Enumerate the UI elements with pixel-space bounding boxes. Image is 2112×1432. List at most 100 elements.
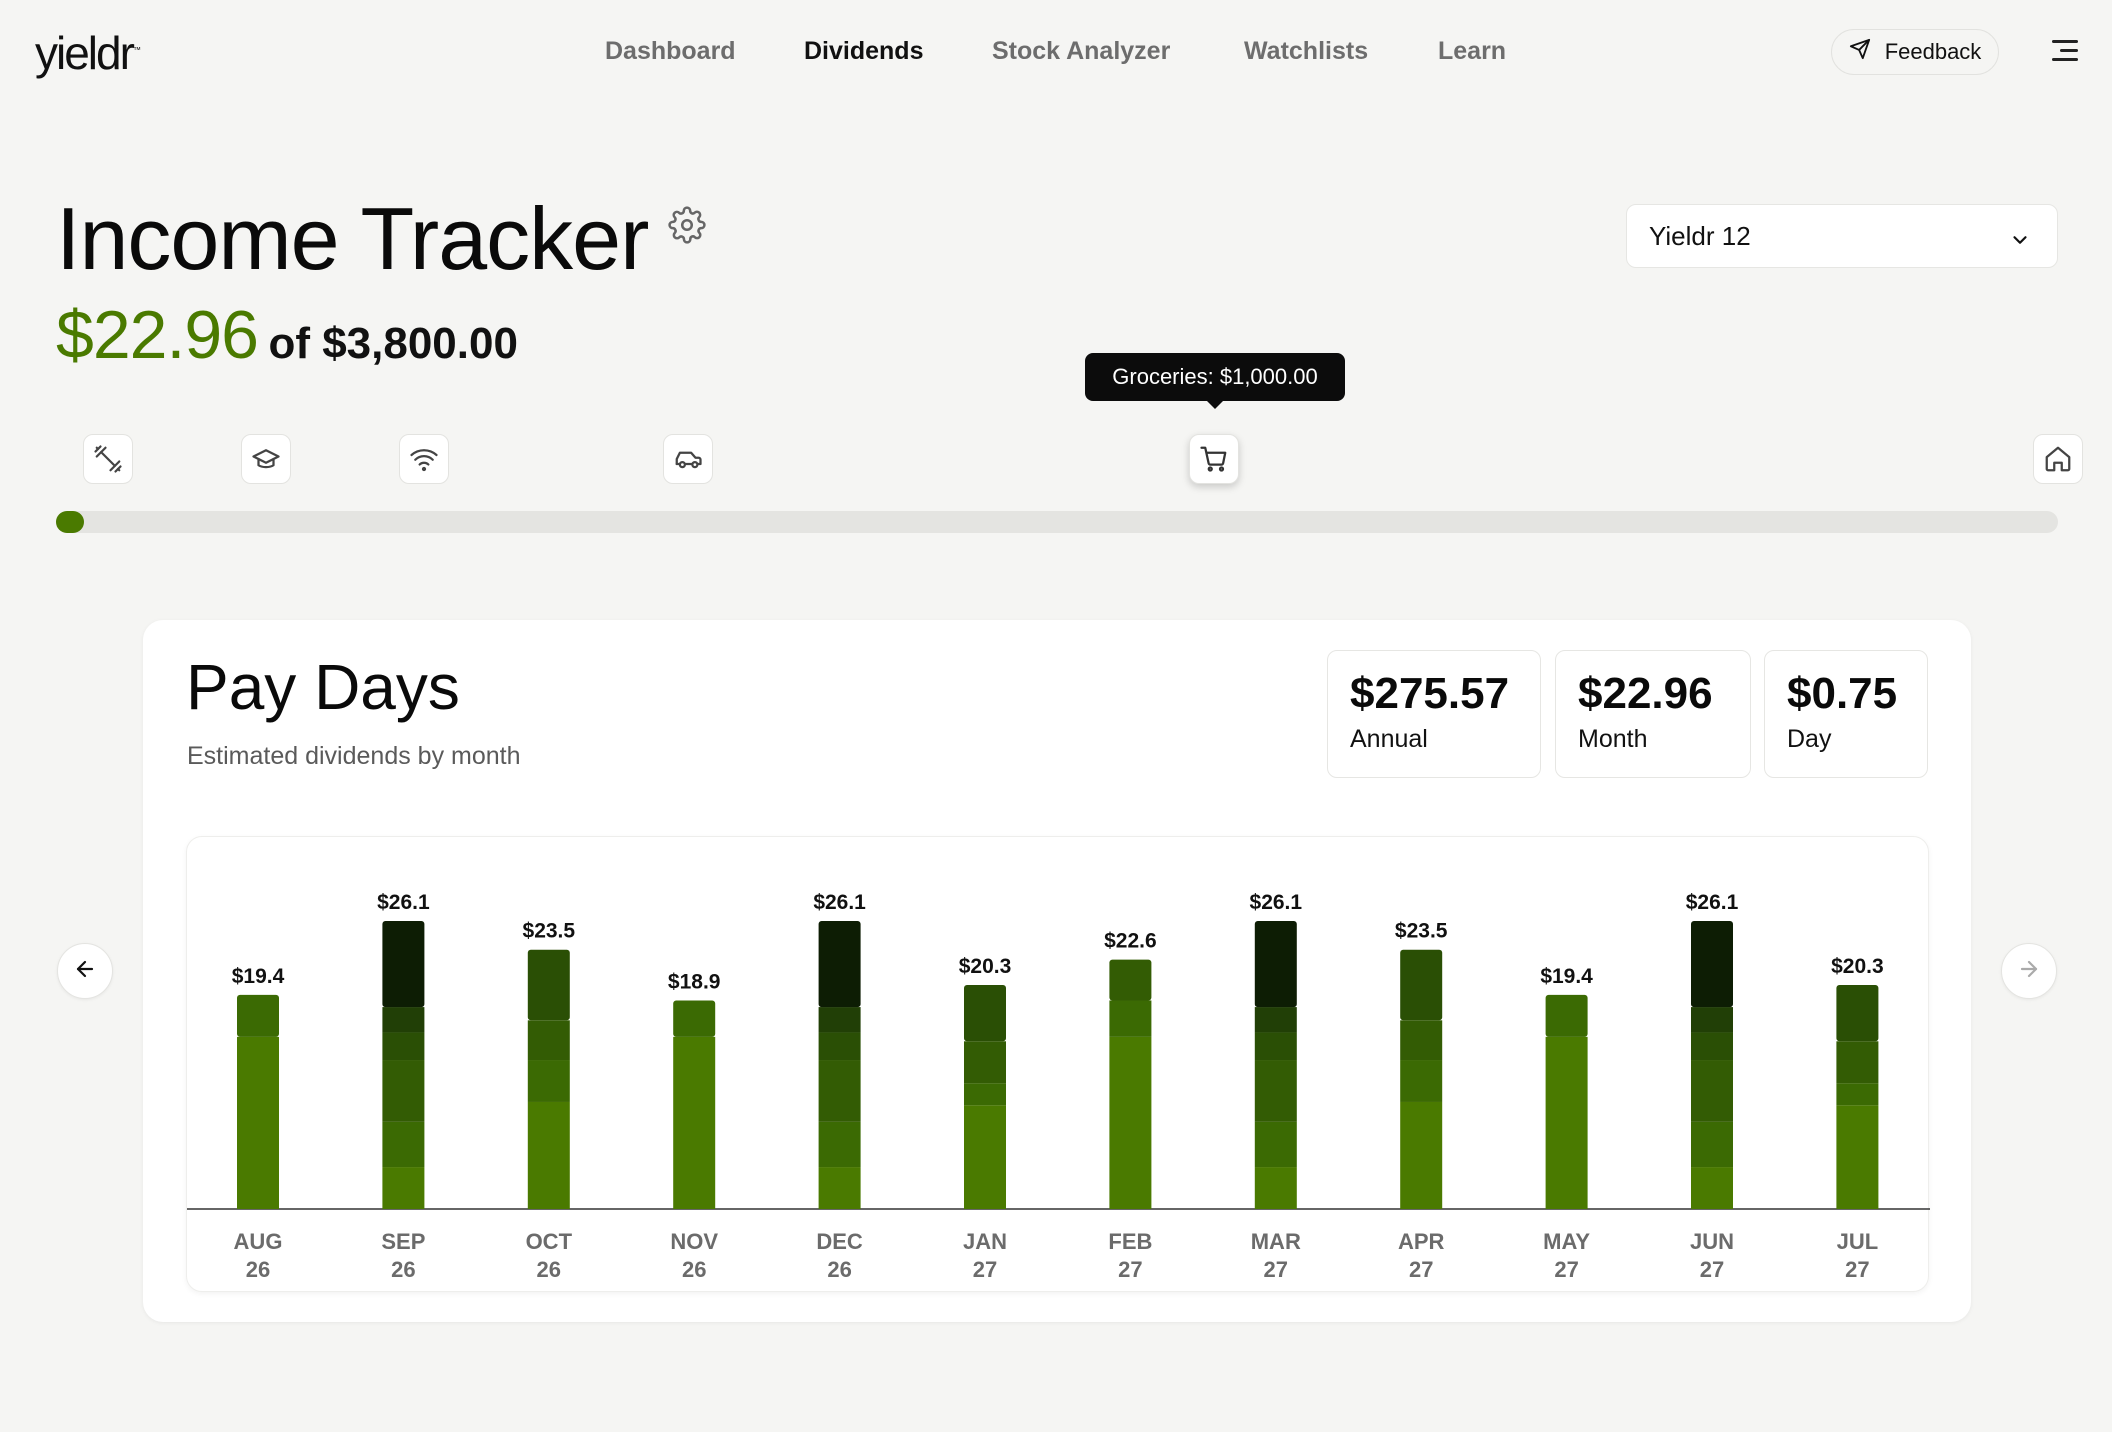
bar-segment-jul — [1836, 1083, 1879, 1106]
bar-value-label: $23.5 — [523, 920, 576, 943]
bar-segment-may — [1545, 994, 1588, 1037]
bar-segment-jun — [1691, 1167, 1733, 1209]
hamburger-menu-icon[interactable] — [2048, 38, 2078, 64]
bar-segment-jul — [1836, 1041, 1879, 1084]
feedback-label: Feedback — [1884, 39, 1982, 64]
car-icon[interactable] — [663, 434, 713, 484]
bar-segment-aug — [237, 994, 279, 1037]
feedback-button[interactable]: Feedback — [1831, 29, 1999, 75]
bar-segment-mar — [1254, 1167, 1297, 1209]
day-label: Day — [1787, 725, 1832, 753]
portfolio-select[interactable]: Yieldr 12 — [1626, 204, 2058, 268]
bar-segment-jan — [964, 985, 1006, 1042]
bar-value-label: $20.3 — [1831, 955, 1884, 978]
x-tick-year: 26 — [537, 1257, 561, 1282]
bar-segment-dec — [818, 1121, 861, 1168]
bar-segment-mar — [1254, 1032, 1297, 1061]
bar-segment-apr — [1400, 949, 1443, 1021]
bar-value-label: $26.1 — [1250, 891, 1303, 914]
bar-segment-mar — [1254, 1121, 1297, 1168]
bar-segment-jun — [1691, 1007, 1733, 1033]
annual-stat: $275.57 Annual — [1327, 650, 1541, 778]
send-icon — [1849, 38, 1871, 66]
chart-prev-button[interactable] — [57, 943, 113, 999]
bar-segment-oct — [527, 1060, 570, 1102]
chart-next-button[interactable] — [2001, 943, 2057, 999]
month-stat: $22.96 Month — [1555, 650, 1751, 778]
bar-segment-oct — [527, 949, 570, 1021]
bar-value-label: $20.3 — [959, 955, 1012, 978]
nav-stock-analyzer[interactable]: Stock Analyzer — [992, 37, 1170, 66]
bar-segment-mar — [1254, 1060, 1297, 1122]
bar-segment-apr — [1400, 1020, 1443, 1061]
bar-value-label: $18.9 — [668, 970, 721, 993]
home-icon[interactable] — [2033, 434, 2083, 484]
bar-value-label: $26.1 — [377, 891, 430, 914]
bar-value-label: $19.4 — [1540, 965, 1593, 988]
annual-label: Annual — [1350, 725, 1428, 753]
dividends-chart: $19.4 AUG 26 $26.1 SEP 26 $23.5 OCT 26 $18.9 NOV 26… — [186, 836, 1930, 1292]
x-tick-year: 27 — [1700, 1257, 1724, 1282]
x-tick-month: JUN — [1690, 1229, 1734, 1254]
bar-segment-jan — [964, 1083, 1006, 1106]
x-tick-month: JAN — [963, 1229, 1007, 1254]
wifi-icon[interactable] — [399, 434, 449, 484]
goal-progress-fill — [56, 511, 84, 533]
income-goal: of $3,800.00 — [268, 319, 518, 368]
x-tick-year: 27 — [1409, 1257, 1433, 1282]
bar-value-label: $19.4 — [232, 965, 285, 988]
bar-value-label: $26.1 — [1686, 891, 1739, 914]
nav-watchlists[interactable]: Watchlists — [1244, 37, 1368, 66]
yieldr-logo[interactable]: yieldr™ — [35, 26, 141, 80]
bar-segment-may — [1545, 1036, 1588, 1209]
dumbbell-icon[interactable] — [83, 434, 133, 484]
x-tick-year: 27 — [1264, 1257, 1288, 1282]
current-income: $22.96 — [56, 297, 259, 373]
chevron-down-icon — [2009, 227, 2031, 258]
bar-segment-mar — [1254, 1007, 1297, 1033]
portfolio-select-value: Yieldr 12 — [1649, 220, 1751, 251]
bar-segment-feb — [1109, 1036, 1152, 1209]
bar-segment-dec — [818, 1032, 861, 1061]
page-title: Income Tracker — [56, 189, 649, 288]
bar-segment-dec — [818, 1167, 861, 1209]
nav-learn[interactable]: Learn — [1438, 37, 1506, 66]
x-tick-month: NOV — [670, 1229, 718, 1254]
bar-segment-jan — [964, 1105, 1006, 1209]
goal-tooltip: Groceries: $1,000.00 — [1085, 353, 1345, 409]
bar-segment-apr — [1400, 1060, 1443, 1102]
gear-icon[interactable] — [668, 206, 706, 244]
bar-segment-sep — [382, 1060, 425, 1122]
bar-segment-jul — [1836, 985, 1879, 1042]
x-tick-month: FEB — [1108, 1229, 1152, 1254]
bar-value-label: $26.1 — [813, 891, 866, 914]
bar-segment-sep — [382, 1032, 425, 1061]
bar-value-label: $22.6 — [1104, 930, 1157, 953]
goal-progress-track — [56, 511, 2058, 533]
bar-segment-oct — [527, 1101, 570, 1209]
x-tick-month: JUL — [1837, 1229, 1879, 1254]
bar-segment-aug — [237, 1036, 279, 1209]
dividends-chart-svg: $19.4 AUG 26 $26.1 SEP 26 $23.5 OCT 26 $18.9 NOV 26… — [187, 891, 1930, 1282]
bar-segment-sep — [382, 1121, 425, 1168]
bar-segment-oct — [527, 1020, 570, 1061]
bar-segment-jun — [1691, 1121, 1733, 1168]
x-tick-year: 26 — [246, 1257, 270, 1282]
month-value: $22.96 — [1578, 669, 1713, 718]
x-tick-month: APR — [1398, 1229, 1445, 1254]
bar-segment-jun — [1691, 1060, 1733, 1122]
income-summary: $22.96 of $3,800.00 — [56, 296, 518, 374]
bar-segment-jun — [1691, 1032, 1733, 1061]
graduation-cap-icon[interactable] — [241, 434, 291, 484]
shopping-cart-icon[interactable] — [1189, 434, 1239, 484]
bar-segment-jun — [1691, 921, 1733, 1008]
x-tick-year: 26 — [682, 1257, 706, 1282]
bar-segment-feb — [1109, 1000, 1152, 1037]
nav-dividends[interactable]: Dividends — [804, 37, 923, 66]
x-tick-year: 27 — [973, 1257, 997, 1282]
x-tick-month: OCT — [526, 1229, 573, 1254]
bar-segment-sep — [382, 921, 425, 1008]
bar-segment-jan — [964, 1041, 1006, 1084]
bar-segment-nov — [673, 1000, 716, 1037]
nav-dashboard[interactable]: Dashboard — [605, 37, 736, 66]
